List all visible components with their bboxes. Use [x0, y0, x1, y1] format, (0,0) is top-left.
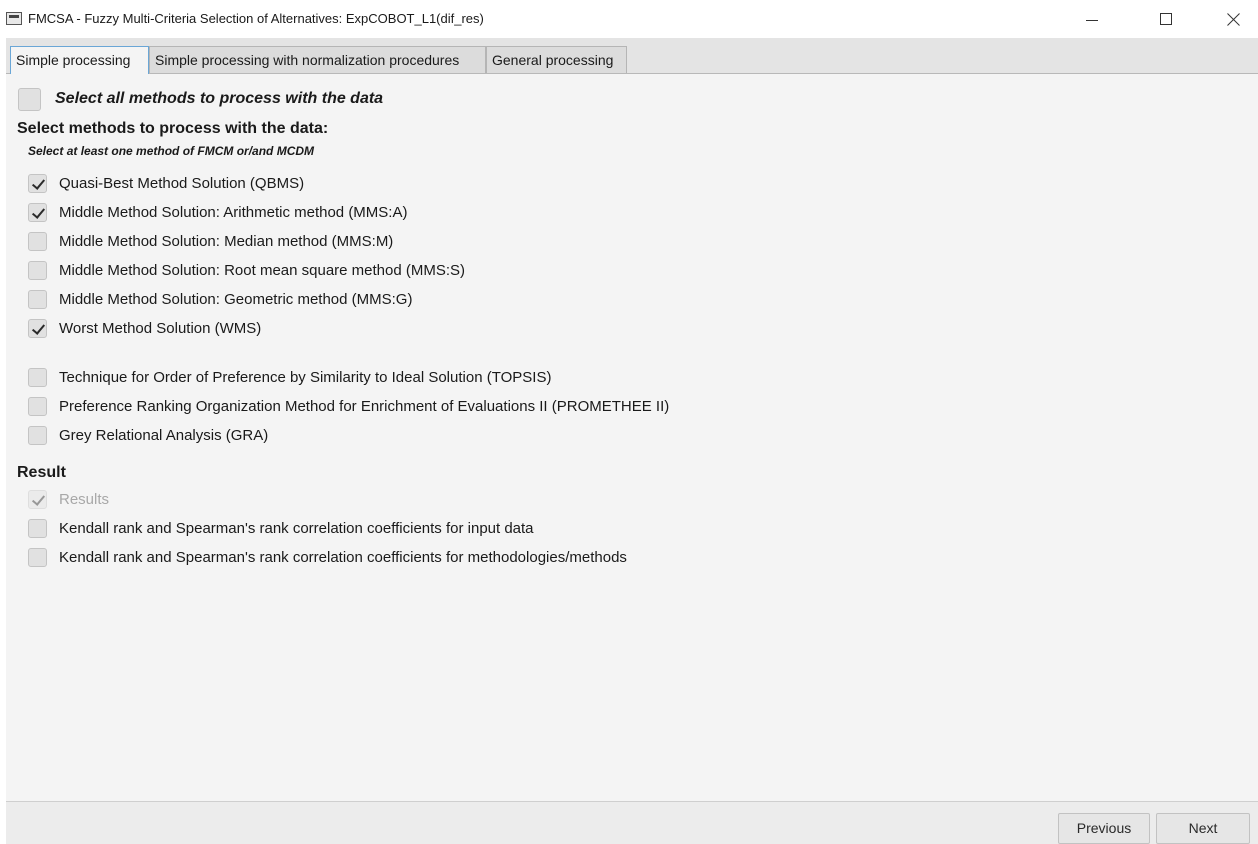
method-checkbox-qbms[interactable] [28, 173, 47, 193]
result-checkbox-kendall-input[interactable] [28, 518, 47, 538]
method-checkbox-wms[interactable] [28, 318, 47, 338]
maximize-button[interactable] [1143, 0, 1189, 38]
result-heading: Result [17, 464, 66, 481]
method-row-topsis[interactable]: Technique for Order of Preference by Sim… [28, 364, 551, 390]
method-label-mms-s: Middle Method Solution: Root mean square… [59, 261, 466, 279]
result-row-kendall-input[interactable]: Kendall rank and Spearman's rank correla… [28, 515, 534, 541]
method-checkbox-mms-a[interactable] [28, 202, 47, 222]
methods-heading: Select methods to process with the data: [17, 120, 329, 137]
method-row-mms-a[interactable]: Middle Method Solution: Arithmetic metho… [28, 199, 407, 225]
close-button[interactable] [1211, 0, 1257, 38]
tab-header: Simple processing Simple processing with… [6, 38, 1258, 74]
method-row-qbms[interactable]: Quasi-Best Method Solution (QBMS) [28, 170, 304, 196]
tab-content: Select all methods to process with the d… [6, 74, 1258, 801]
result-checkbox-results [28, 489, 47, 509]
maximize-icon [1160, 13, 1172, 25]
method-checkbox-mms-m[interactable] [28, 231, 47, 251]
method-label-mms-g: Middle Method Solution: Geometric method… [59, 290, 413, 308]
method-checkbox-topsis[interactable] [28, 367, 47, 387]
previous-button[interactable]: Previous [1058, 813, 1150, 844]
app-icon [6, 12, 22, 25]
minimize-button[interactable] [1069, 0, 1115, 38]
methods-subheading: Select at least one method of FMCM or/an… [28, 144, 315, 158]
method-label-gra: Grey Relational Analysis (GRA) [59, 426, 269, 444]
tab-general-processing[interactable]: General processing [486, 46, 627, 73]
method-row-wms[interactable]: Worst Method Solution (WMS) [28, 315, 261, 341]
method-row-gra[interactable]: Grey Relational Analysis (GRA) [28, 422, 268, 448]
app-area: Simple processing Simple processing with… [6, 38, 1258, 844]
tab-simple-processing-normalization[interactable]: Simple processing with normalization pro… [149, 46, 486, 73]
result-label-kendall-input: Kendall rank and Spearman's rank correla… [59, 519, 534, 537]
minimize-icon [1086, 19, 1098, 21]
window-title: FMCSA - Fuzzy Multi-Criteria Selection o… [28, 11, 484, 26]
result-row-kendall-methods[interactable]: Kendall rank and Spearman's rank correla… [28, 544, 627, 570]
method-checkbox-mms-s[interactable] [28, 260, 47, 280]
select-all-row[interactable]: Select all methods to process with the d… [18, 86, 383, 112]
tab-simple-processing[interactable]: Simple processing [10, 46, 149, 74]
select-all-label: Select all methods to process with the d… [55, 90, 384, 107]
method-checkbox-promethee[interactable] [28, 396, 47, 416]
footer-bar: Previous Next [6, 801, 1258, 844]
select-all-checkbox[interactable] [18, 87, 41, 111]
method-row-promethee[interactable]: Preference Ranking Organization Method f… [28, 393, 669, 419]
method-label-mms-a: Middle Method Solution: Arithmetic metho… [59, 203, 408, 221]
result-label-results: Results [59, 490, 110, 508]
method-label-mms-m: Middle Method Solution: Median method (M… [59, 232, 394, 250]
title-bar: FMCSA - Fuzzy Multi-Criteria Selection o… [0, 0, 1258, 38]
result-checkbox-kendall-methods[interactable] [28, 547, 47, 567]
method-checkbox-mms-g[interactable] [28, 289, 47, 309]
close-icon [1227, 12, 1241, 26]
result-label-kendall-methods: Kendall rank and Spearman's rank correla… [59, 548, 627, 566]
method-label-topsis: Technique for Order of Preference by Sim… [59, 368, 552, 386]
method-row-mms-m[interactable]: Middle Method Solution: Median method (M… [28, 228, 393, 254]
method-label-promethee: Preference Ranking Organization Method f… [59, 397, 670, 415]
method-label-wms: Worst Method Solution (WMS) [59, 319, 262, 337]
result-row-results: Results [28, 486, 109, 512]
method-label-qbms: Quasi-Best Method Solution (QBMS) [59, 174, 305, 192]
method-row-mms-g[interactable]: Middle Method Solution: Geometric method… [28, 286, 412, 312]
method-row-mms-s[interactable]: Middle Method Solution: Root mean square… [28, 257, 465, 283]
next-button[interactable]: Next [1156, 813, 1250, 844]
method-checkbox-gra[interactable] [28, 425, 47, 445]
